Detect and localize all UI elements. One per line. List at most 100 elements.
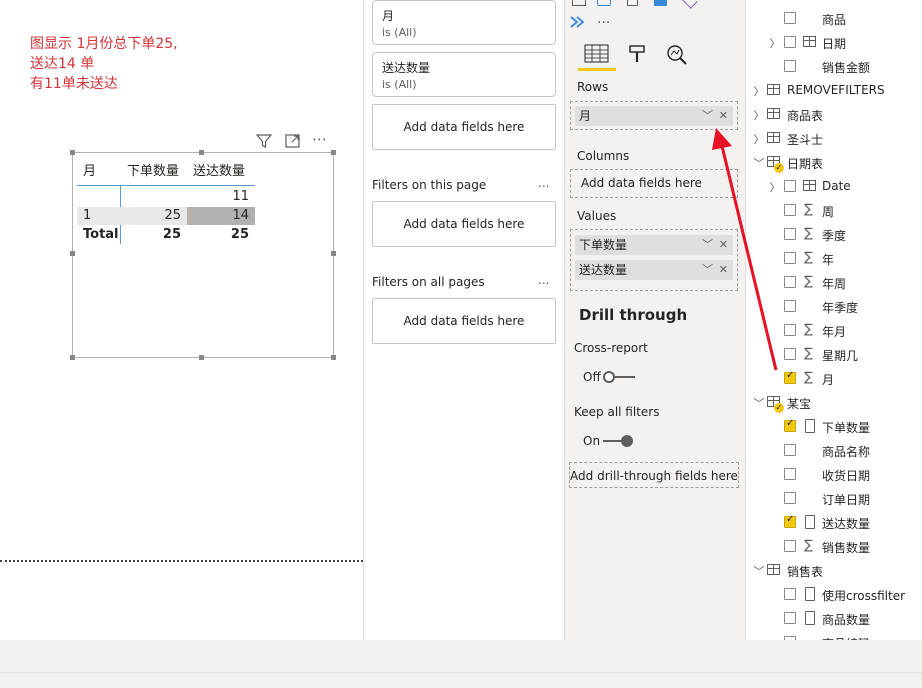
field-name: 年季度: [822, 301, 859, 315]
resize-handle[interactable]: [70, 251, 75, 256]
field-name: 送达数量: [822, 517, 871, 531]
matrix-total-cell: 25: [230, 227, 249, 242]
field-checkbox[interactable]: [784, 444, 796, 456]
field-checkbox[interactable]: [784, 514, 796, 528]
analytics-tab-icon[interactable]: [666, 44, 688, 66]
field-name: 年: [822, 253, 835, 267]
field-name: 年月: [822, 325, 847, 339]
annotation-line-3: 有11单未送达: [30, 76, 118, 92]
power-automate-icon[interactable]: [682, 0, 698, 9]
filter-card-delivered[interactable]: 送达数量 is (All): [372, 52, 556, 97]
field-name: 商品: [822, 13, 847, 27]
field-name: 月: [822, 373, 835, 387]
chevron-right-icon[interactable]: 〉: [752, 83, 766, 99]
field-name: 订单日期: [822, 493, 871, 507]
field-checkbox[interactable]: [784, 418, 796, 432]
table-icon: [767, 84, 780, 95]
active-tab-indicator: [578, 68, 616, 71]
drill-through-drop-zone[interactable]: Add drill-through fields here: [569, 462, 739, 488]
page-filters-header: Filters on this page: [372, 178, 487, 192]
field-checkbox[interactable]: [784, 612, 796, 624]
page-filters-more-icon[interactable]: ...: [538, 176, 549, 190]
filter-icon[interactable]: [255, 132, 273, 150]
cross-report-state: Off: [583, 370, 601, 384]
sigma-icon: ∑: [804, 370, 813, 385]
fields-tab-icon[interactable]: [584, 44, 610, 64]
chevron-right-icon[interactable]: 〉: [768, 35, 782, 51]
cross-report-toggle[interactable]: [603, 369, 635, 385]
table-visual-icon[interactable]: [572, 0, 586, 6]
matrix-cell[interactable]: 25: [121, 208, 181, 223]
chevron-down-icon[interactable]: ﹀: [752, 395, 766, 411]
annotation-line-1: 图显示 1月份总下单25,: [30, 36, 178, 52]
resize-handle[interactable]: [199, 150, 204, 155]
field-checkbox[interactable]: [784, 12, 796, 24]
matrix-header-delivered[interactable]: 送达数量: [193, 160, 245, 179]
table-name: 某宝: [787, 397, 812, 411]
annotation-line-2: 送达14 单: [30, 56, 95, 72]
values-well-label: Values: [577, 209, 617, 223]
field-checkbox[interactable]: [784, 540, 796, 552]
sigma-icon: ∑: [804, 250, 813, 265]
table-icon: [767, 108, 780, 119]
columns-placeholder: Add data fields here: [581, 176, 702, 190]
resize-handle[interactable]: [331, 150, 336, 155]
more-visuals-icon[interactable]: ...: [597, 11, 610, 27]
table-icon: [767, 564, 780, 575]
all-pages-filters-more-icon[interactable]: ...: [538, 273, 549, 287]
table-name: 销售表: [787, 565, 824, 579]
rows-field-label: 月: [579, 109, 592, 123]
all-pages-filter-drop-zone[interactable]: Add data fields here: [372, 298, 556, 344]
field-checkbox[interactable]: [784, 588, 796, 600]
sigma-icon: ∑: [804, 226, 813, 241]
field-name: 销售数量: [822, 541, 871, 555]
field-checkbox[interactable]: [784, 60, 796, 72]
sigma-icon: ∑: [804, 538, 813, 553]
resize-handle[interactable]: [331, 355, 336, 360]
rows-well-label: Rows: [577, 80, 609, 94]
matrix-header-month[interactable]: 月: [83, 160, 96, 179]
resize-handle[interactable]: [199, 355, 204, 360]
matrix-total-cell: 25: [162, 227, 181, 242]
field-checkbox[interactable]: [784, 492, 796, 504]
power-apps-icon[interactable]: [654, 0, 667, 6]
matrix-cell[interactable]: 11: [187, 189, 249, 204]
field-checkbox[interactable]: [784, 36, 796, 48]
smart-narrative-icon[interactable]: [569, 14, 587, 30]
focus-mode-icon[interactable]: [284, 132, 302, 150]
sigma-icon: ∑: [804, 274, 813, 289]
field-name: 商品数量: [822, 613, 871, 627]
keep-filters-label: Keep all filters: [574, 405, 660, 419]
calculator-icon: [805, 611, 815, 625]
visual-filter-drop-zone[interactable]: Add data fields here: [372, 104, 556, 150]
field-name: 周: [822, 205, 835, 219]
field-name: 收货日期: [822, 469, 871, 483]
page-filter-drop-zone[interactable]: Add data fields here: [372, 201, 556, 247]
field-checkbox[interactable]: [784, 468, 796, 480]
header-divider: [77, 185, 255, 186]
chat-visual-icon[interactable]: [597, 0, 611, 6]
more-options-icon[interactable]: ⋯: [312, 130, 327, 148]
calculator-icon: [805, 419, 815, 433]
resize-handle[interactable]: [70, 150, 75, 155]
filter-card-month[interactable]: 月 is (All): [372, 0, 556, 45]
matrix-header-orders[interactable]: 下单数量: [127, 160, 179, 179]
field-name: 下单数量: [822, 421, 871, 435]
paginated-report-icon[interactable]: [627, 0, 638, 6]
matrix-total-label: Total: [83, 227, 119, 242]
format-tab-icon[interactable]: [628, 44, 648, 64]
matrix-visual[interactable]: 月 下单数量 送达数量 11 1 25 14 Total 25 25: [70, 150, 336, 360]
table-name: 圣斗士: [787, 133, 824, 147]
matrix-cell[interactable]: 14: [187, 208, 249, 223]
field-name: Date: [822, 179, 851, 193]
chevron-down-icon[interactable]: ﹀: [752, 563, 766, 579]
resize-handle[interactable]: [331, 251, 336, 256]
filter-card-field: 送达数量: [382, 61, 431, 75]
filter-card-field: 月: [382, 9, 395, 23]
resize-handle[interactable]: [70, 355, 75, 360]
filter-card-state: is (All): [382, 78, 417, 91]
drill-through-title: Drill through: [579, 306, 688, 324]
matrix-row-header[interactable]: 1: [83, 208, 91, 223]
calendar-icon: [803, 180, 816, 191]
keep-filters-toggle[interactable]: [603, 433, 635, 449]
